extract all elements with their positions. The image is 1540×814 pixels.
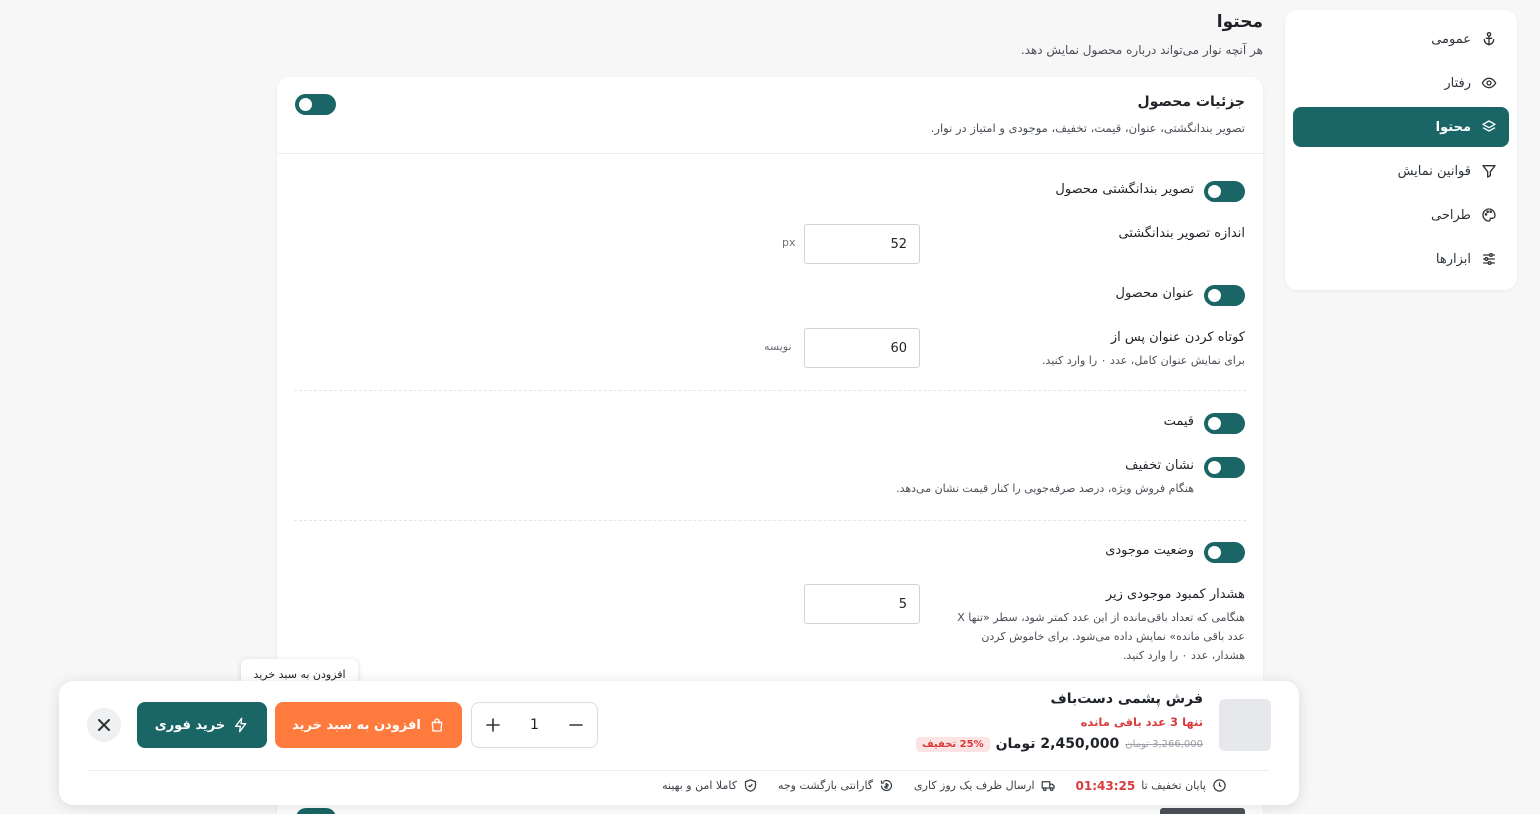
- stock-status-label: وضعیت موجودی: [1105, 543, 1194, 558]
- divider: [294, 390, 1246, 391]
- product-title-toggle[interactable]: [1204, 285, 1245, 306]
- price-toggle-label: قیمت: [1163, 414, 1194, 429]
- quantity-stepper: 1: [471, 702, 598, 748]
- palette-icon: [1482, 208, 1496, 222]
- product-details-toggle[interactable]: [295, 94, 336, 115]
- countdown-feature: پایان تخفیف تا 01:43:25: [1076, 778, 1227, 793]
- secure-feature: کاملا امن و بهینه: [662, 778, 758, 793]
- anchor-icon: [1483, 32, 1495, 46]
- sidebar-item-tools[interactable]: ابزارها: [1293, 239, 1509, 279]
- buy-now-label: خرید فوری: [154, 717, 226, 733]
- old-price: 3,266,000 تومان: [1125, 738, 1203, 750]
- page-description: هر آنچه نوار می‌تواند درباره محصول نمایش…: [1020, 43, 1263, 57]
- price-toggle[interactable]: [1204, 413, 1245, 434]
- sidebar-item-label: ابزارها: [1435, 251, 1471, 267]
- buy-now-button[interactable]: خرید فوری: [137, 702, 267, 748]
- thumbnail-size-label: اندازه تصویر بندانگشتی: [1118, 226, 1245, 241]
- discount-badge-toggle[interactable]: [1204, 457, 1245, 478]
- clock-icon: [1213, 779, 1226, 792]
- feature-strip: پایان تخفیف تا 01:43:25 ارسال ظرف یک روز…: [662, 778, 1227, 793]
- secure-label: کاملا امن و بهینه: [662, 779, 737, 792]
- truncate-title-label: کوتاه کردن عنوان پس از: [1110, 330, 1245, 345]
- thumbnail-toggle[interactable]: [1204, 181, 1245, 202]
- low-stock-input[interactable]: [804, 584, 920, 624]
- current-price: 2,450,000 تومان: [995, 736, 1120, 752]
- truncate-title-input[interactable]: [804, 328, 920, 368]
- layers-icon: [1482, 120, 1496, 132]
- next-section-toggle[interactable]: [296, 808, 336, 814]
- countdown-timer: 01:43:25: [1075, 778, 1136, 793]
- low-stock-message: تنها 3 عدد باقی مانده: [1080, 715, 1203, 729]
- shield-check-icon: [744, 779, 757, 792]
- sidebar-item-label: طراحی: [1430, 207, 1471, 223]
- sidebar-item-design[interactable]: طراحی: [1293, 195, 1509, 235]
- product-name: فرش پشمی دست‌باف: [1050, 691, 1203, 707]
- sidebar-item-label: رفتار: [1444, 75, 1471, 91]
- sidebar-item-label: عمومی: [1431, 31, 1471, 47]
- card-subtitle: تصویر بندانگشتی، عنوان، قیمت، تخفیف، موج…: [930, 121, 1245, 135]
- card-title: جزئیات محصول: [1137, 94, 1245, 110]
- sidebar-item-label: محتوا: [1435, 119, 1471, 135]
- plus-icon: [486, 718, 500, 732]
- sliders-icon: [1483, 253, 1495, 265]
- shopping-bag-icon: [431, 718, 443, 732]
- low-stock-label: هشدار کمبود موجودی زیر: [1105, 587, 1245, 602]
- page-title: محتوا: [1216, 12, 1263, 32]
- settings-sidebar: عمومی رفتار محتوا قوانین نمایش طراحی ابز…: [1285, 10, 1517, 290]
- sticky-cart-bar-preview: فرش پشمی دست‌باف تنها 3 عدد باقی مانده 3…: [59, 681, 1299, 805]
- card-header: جزئیات محصول تصویر بندانگشتی، عنوان، قیم…: [277, 77, 1263, 154]
- product-thumbnail: [1219, 699, 1271, 751]
- truncate-title-unit: نویسه: [764, 340, 792, 353]
- product-title-toggle-label: عنوان محصول: [1115, 286, 1194, 301]
- increment-button[interactable]: [484, 716, 502, 734]
- lightning-icon: [235, 717, 247, 733]
- add-to-cart-label: افزودن به سبد خرید: [292, 717, 421, 733]
- discount-badge-hint: هنگام فروش ویژه، درصد صرفه‌جویی را کنار …: [896, 482, 1194, 495]
- guarantee-feature: گارانتی بازگشت وجه: [778, 778, 894, 793]
- stock-status-toggle[interactable]: [1204, 542, 1245, 563]
- quantity-value[interactable]: 1: [530, 717, 539, 733]
- decrement-button[interactable]: [567, 716, 585, 734]
- guarantee-label: گارانتی بازگشت وجه: [777, 779, 874, 792]
- minus-icon: [569, 724, 583, 726]
- price-row: 3,266,000 تومان 2,450,000 تومان 25% تخفی…: [916, 736, 1203, 752]
- money-back-icon: [880, 779, 893, 792]
- add-to-cart-button[interactable]: افزودن به سبد خرید: [275, 702, 462, 748]
- next-section-label-fragment: [1160, 808, 1245, 814]
- thumbnail-size-input[interactable]: [804, 224, 920, 264]
- low-stock-hint: هنگامی که تعداد باقی‌مانده از این عدد کم…: [957, 611, 1245, 662]
- thumbnail-size-unit: px: [782, 236, 796, 249]
- shipping-feature: ارسال ظرف یک روز کاری: [914, 778, 1056, 793]
- close-icon: [98, 719, 110, 731]
- filter-icon: [1482, 165, 1496, 178]
- discount-badge: 25% تخفیف: [916, 736, 990, 752]
- discount-badge-label: نشان تخفیف: [1125, 458, 1194, 473]
- divider: [89, 770, 1269, 771]
- divider: [294, 520, 1246, 521]
- eye-icon: [1481, 77, 1497, 89]
- sidebar-item-display-rules[interactable]: قوانین نمایش: [1293, 151, 1509, 191]
- countdown-label: پایان تخفیف تا: [1141, 779, 1206, 792]
- sidebar-item-general[interactable]: عمومی: [1293, 19, 1509, 59]
- truck-icon: [1041, 781, 1055, 792]
- thumbnail-toggle-label: تصویر بندانگشتی محصول: [1055, 182, 1194, 197]
- sidebar-item-label: قوانین نمایش: [1397, 163, 1471, 179]
- sidebar-item-content[interactable]: محتوا: [1293, 107, 1509, 147]
- truncate-title-hint: برای نمایش عنوان کامل، عدد ۰ را وارد کنی…: [1042, 354, 1245, 367]
- shipping-label: ارسال ظرف یک روز کاری: [914, 779, 1035, 792]
- close-button[interactable]: [87, 708, 121, 742]
- sidebar-item-behavior[interactable]: رفتار: [1293, 63, 1509, 103]
